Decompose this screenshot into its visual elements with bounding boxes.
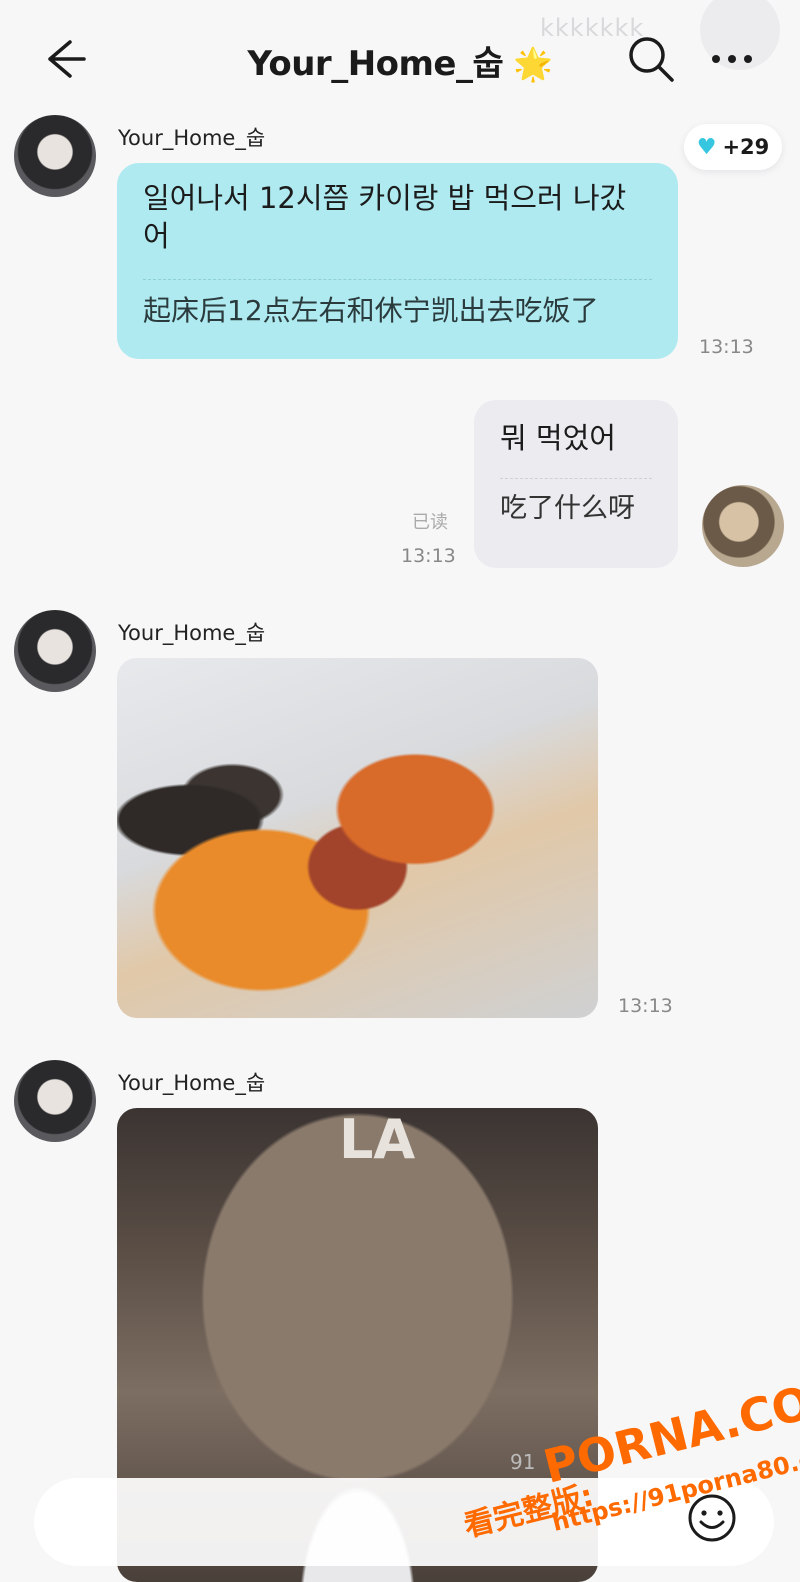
star-icon: 🌟 bbox=[513, 45, 553, 83]
avatar[interactable] bbox=[14, 610, 96, 692]
reaction-count: +29 bbox=[722, 135, 770, 159]
message-text: 뭐 먹었어 bbox=[500, 421, 616, 455]
search-icon bbox=[629, 37, 674, 82]
emoji-button[interactable] bbox=[686, 1492, 738, 1544]
message-text: 일어나서 12시쯤 카이랑 밥 먹으러 나갔어 bbox=[143, 181, 627, 253]
chat-header: kkkkkkk Your_Home_숩 🌟 bbox=[0, 0, 800, 118]
translation-divider bbox=[500, 478, 652, 479]
chat-title: Your_Home_숩 🌟 bbox=[0, 36, 800, 85]
message-timestamp: 13:13 bbox=[699, 336, 754, 358]
read-status: 已读 bbox=[412, 512, 448, 533]
search-button[interactable] bbox=[626, 34, 676, 84]
message-input-bar[interactable] bbox=[34, 1478, 774, 1566]
food-photo[interactable] bbox=[117, 658, 598, 1018]
message-translation: 吃了什么呀 bbox=[500, 493, 635, 524]
smiley-icon bbox=[688, 1494, 736, 1542]
reaction-badge[interactable]: ♥ +29 bbox=[684, 124, 782, 170]
translation-divider bbox=[143, 279, 652, 280]
avatar[interactable] bbox=[14, 1060, 96, 1142]
message-timestamp: 13:13 bbox=[401, 545, 456, 567]
heart-icon: ♥ bbox=[696, 134, 717, 160]
cap-logo: LA bbox=[339, 1108, 416, 1171]
more-dots-icon bbox=[712, 55, 752, 63]
sender-name: Your_Home_숩 bbox=[118, 621, 266, 645]
message-bubble-incoming[interactable]: 일어나서 12시쯤 카이랑 밥 먹으러 나갔어 起床后12点左右和休宁凯出去吃饭… bbox=[117, 163, 678, 359]
chat-title-text: Your_Home_숩 bbox=[247, 44, 504, 84]
my-avatar[interactable] bbox=[702, 485, 784, 567]
more-options-button[interactable] bbox=[704, 34, 764, 84]
message-translation: 起床后12点左右和休宁凯出去吃饭了 bbox=[143, 294, 599, 327]
avatar[interactable] bbox=[14, 115, 96, 197]
message-bubble-outgoing[interactable]: 뭐 먹었어 吃了什么呀 bbox=[474, 400, 678, 568]
sender-name: Your_Home_숩 bbox=[118, 1071, 266, 1095]
sender-name: Your_Home_숩 bbox=[118, 126, 266, 150]
message-timestamp: 13:13 bbox=[618, 995, 673, 1017]
